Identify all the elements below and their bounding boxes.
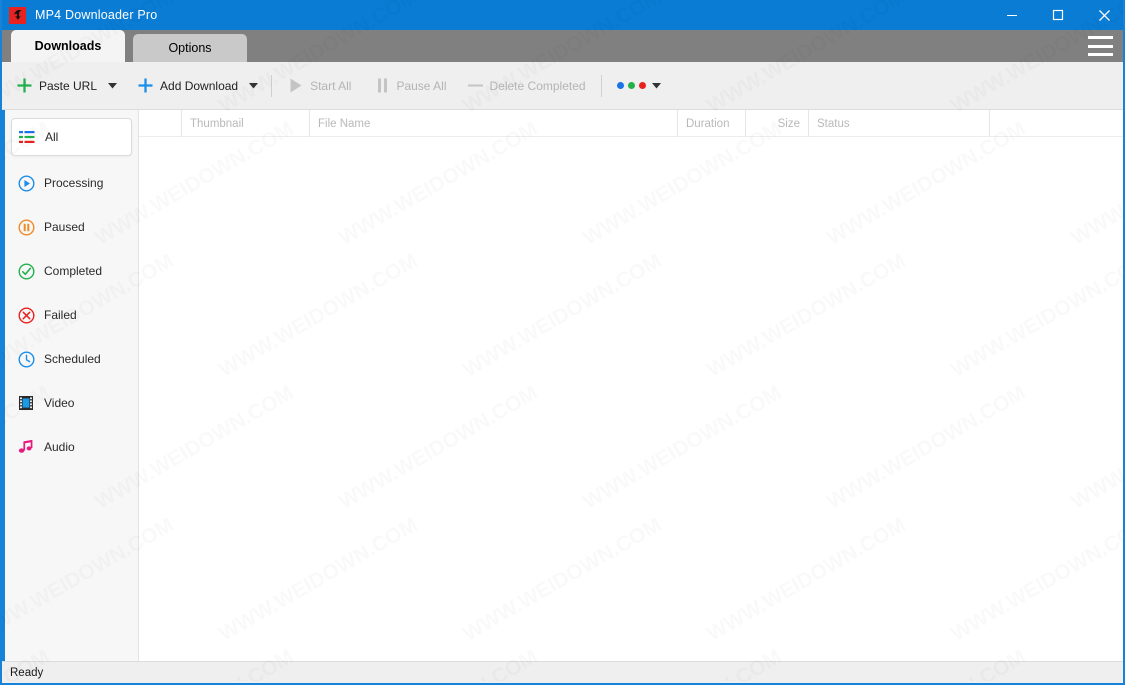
column-size[interactable]: Size [745,110,808,137]
sidebar-item-paused-label: Paused [44,220,85,234]
paste-url-label: Paste URL [39,78,98,93]
sidebar-item-failed-label: Failed [44,308,77,322]
delete-completed-button[interactable]: Delete Completed [461,69,592,103]
sidebar-item-scheduled-label: Scheduled [44,352,101,366]
sidebar-item-video[interactable]: Video [11,386,132,420]
error-circle-icon [17,306,35,324]
main-body: All Processing Paused Completed Failed S… [2,110,1123,663]
music-note-icon [17,438,35,456]
close-button[interactable] [1081,0,1123,30]
status-bar: Ready [2,661,1123,683]
sidebar-item-scheduled[interactable]: Scheduled [11,342,132,376]
toolbar-separator [271,74,273,97]
sidebar: All Processing Paused Completed Failed S… [2,110,139,663]
app-logo-icon [9,6,26,24]
dash-icon [467,84,483,87]
status-dots-dropdown-button[interactable] [648,69,666,103]
plus-icon [138,78,153,93]
play-circle-icon [17,174,35,192]
sidebar-item-video-label: Video [44,396,75,410]
chevron-down-icon [107,82,117,88]
sidebar-item-all-label: All [45,130,59,144]
window-title: MP4 Downloader Pro [35,8,158,22]
status-dot-red [638,82,646,89]
chevron-down-icon [248,82,258,88]
start-all-button[interactable]: Start All [281,69,357,103]
pause-icon [378,78,388,93]
hamburger-bar-1 [1088,36,1113,39]
window-controls [989,0,1123,30]
download-arrow-icon [13,9,22,20]
column-duration-label: Duration [686,117,730,130]
add-download-button[interactable]: Add Download [131,69,244,103]
delete-completed-label: Delete Completed [489,78,586,93]
status-dot-green [627,82,635,89]
download-list-area: Thumbnail File Name Duration Size Status [139,110,1123,663]
maximize-icon [1052,9,1064,21]
play-icon [290,78,302,93]
column-thumbnail[interactable]: Thumbnail [181,110,309,137]
pause-all-button[interactable]: Pause All [369,69,452,103]
column-thumbnail-label: Thumbnail [190,117,244,130]
hamburger-bar-2 [1088,44,1113,48]
film-strip-icon [17,394,35,412]
column-duration[interactable]: Duration [677,110,745,137]
check-circle-icon [17,262,35,280]
column-extra[interactable] [989,110,998,137]
sidebar-item-failed[interactable]: Failed [11,298,132,332]
maximize-button[interactable] [1035,0,1081,30]
toolbar-separator-2 [600,74,602,97]
column-status[interactable]: Status [808,110,989,137]
list-column-header: Thumbnail File Name Duration Size Status [139,110,1123,137]
title-bar: MP4 Downloader Pro [2,0,1123,30]
tab-options[interactable]: Options [133,34,247,62]
toolbar: Paste URL Add Download Start All Pause A… [2,62,1123,110]
column-status-label: Status [817,117,850,130]
tab-strip: Downloads Options [2,30,1123,62]
column-file-name[interactable]: File Name [309,110,677,137]
status-bar-text: Ready [10,666,44,679]
sidebar-item-audio[interactable]: Audio [11,430,132,464]
column-file-name-label: File Name [318,117,371,130]
clock-circle-icon [17,350,35,368]
minimize-button[interactable] [989,0,1035,30]
sidebar-item-completed[interactable]: Completed [11,254,132,288]
close-icon [1098,9,1110,21]
tab-downloads-label: Downloads [34,39,102,53]
tab-options-label: Options [168,41,212,55]
chevron-down-icon [652,82,662,88]
sidebar-item-audio-label: Audio [44,440,75,454]
plus-icon [17,78,32,93]
hamburger-menu-icon[interactable] [1088,36,1113,56]
pause-circle-icon [17,218,35,236]
start-all-label: Start All [310,78,352,93]
paste-url-button[interactable]: Paste URL [10,69,103,103]
status-dots-button[interactable] [611,69,648,103]
sidebar-item-paused[interactable]: Paused [11,210,132,244]
status-dot-blue [616,82,624,89]
column-size-label: Size [777,117,800,130]
hamburger-bar-3 [1088,53,1113,56]
application-window: MP4 Downloader Pro Downloads Options Pas… [0,0,1125,685]
sidebar-item-processing[interactable]: Processing [11,166,132,200]
sidebar-item-all[interactable]: All [11,118,132,156]
add-download-label: Add Download [160,78,239,93]
sidebar-item-processing-label: Processing [44,176,104,190]
add-download-dropdown-button[interactable] [244,69,262,103]
all-lines-icon [18,128,36,146]
sidebar-item-completed-label: Completed [44,264,103,278]
tab-downloads[interactable]: Downloads [11,30,125,62]
pause-all-label: Pause All [396,78,447,93]
minimize-icon [1007,15,1017,16]
paste-url-dropdown-button[interactable] [103,69,121,103]
